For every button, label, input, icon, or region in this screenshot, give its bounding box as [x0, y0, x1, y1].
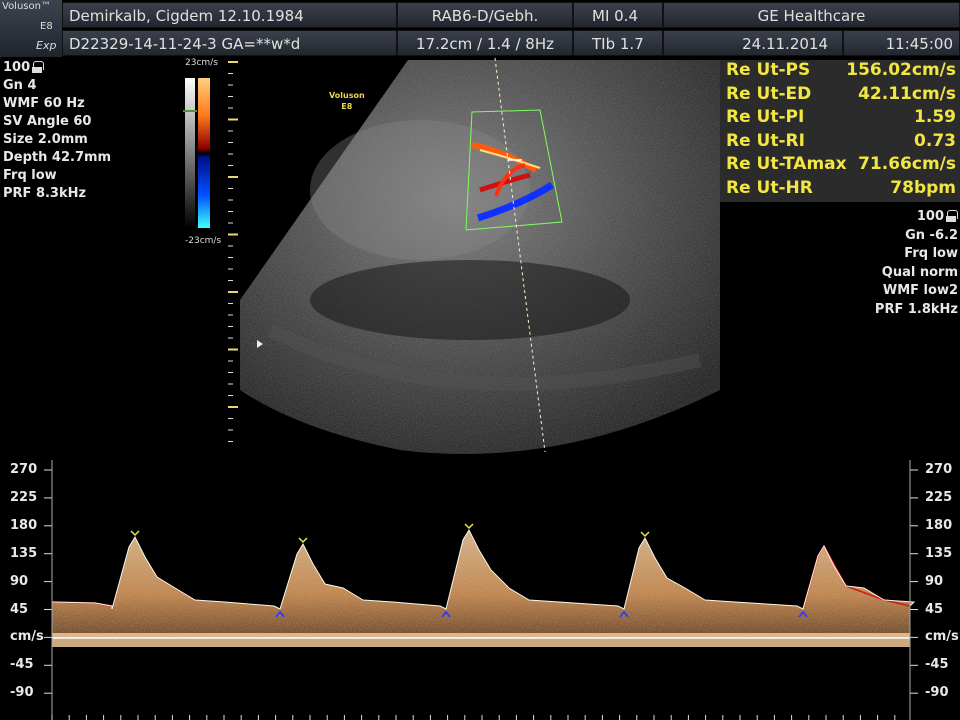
- model-name: E8: [40, 21, 53, 32]
- axis-label-right: 135: [925, 545, 953, 561]
- param-prf: PRF 1.8kHz: [874, 301, 958, 317]
- param-prf: PRF 8.3kHz: [3, 186, 87, 201]
- measurement-row[interactable]: Re Ut-PI 1.59: [726, 107, 956, 131]
- axis-label-left: 180: [10, 517, 38, 533]
- colorbar-max-label: 23cm/s: [185, 58, 218, 68]
- axis-label-left: -90: [10, 685, 34, 701]
- mi-field: MI 0.4: [573, 2, 663, 28]
- depth-scale: [228, 61, 238, 442]
- param-wmf: WMF 60 Hz: [3, 96, 85, 111]
- axis-label-right: 45: [925, 601, 944, 617]
- measurement-table: Re Ut-PS 156.02cm/s Re Ut-ED 42.11cm/s Re …: [720, 60, 960, 202]
- measurement-row[interactable]: Re Ut-ED 42.11cm/s: [726, 84, 956, 108]
- doppler-spectrum: [0, 455, 960, 720]
- colorbar-min-label: -23cm/s: [185, 236, 222, 246]
- axis-label-left: 225: [10, 489, 38, 505]
- axis-label-left: 135: [10, 545, 38, 561]
- vendor-field: GE Healthcare: [663, 2, 960, 28]
- axis-label-right: 90: [925, 573, 944, 589]
- power-value: 100: [3, 59, 111, 77]
- param-sv-angle: SV Angle 60: [3, 114, 92, 129]
- patient-name-field[interactable]: Demirkalb, Cigdem 12.10.1984: [62, 2, 397, 28]
- axis-label-right: 225: [925, 489, 953, 505]
- lock-icon: [946, 210, 958, 222]
- color-scale-bar: [183, 78, 210, 228]
- axis-label-left: -45: [10, 657, 34, 673]
- param-size: Size 2.0mm: [3, 132, 88, 147]
- system-logo: Voluson™ E8 Exp: [0, 0, 62, 57]
- date-field: 24.11.2014: [663, 30, 843, 56]
- model-edition: Exp: [36, 39, 57, 52]
- axis-label-right: 180: [925, 517, 953, 533]
- patient-id-field[interactable]: D22329-14-11-24-3 GA=**w*d: [62, 30, 397, 56]
- measurement-row[interactable]: Re Ut-TAmax 71.66cm/s: [726, 154, 956, 178]
- doppler-parameters: 100 Gn -6.2 Frq low Qual norm WMF low2 P…: [875, 208, 958, 319]
- param-frequency: Frq low: [904, 246, 958, 261]
- axis-label-right: -90: [925, 685, 949, 701]
- param-quality: Qual norm: [881, 264, 958, 280]
- power-value: 100: [875, 208, 958, 227]
- param-gain: Gn -6.2: [905, 227, 958, 243]
- brand-name: Voluson™: [2, 1, 51, 12]
- bmode-parameters: 100 Gn 4 WMF 60 Hz SV Angle 60 Size 2.0m…: [3, 59, 111, 203]
- voluson-watermark: Voluson E8: [329, 91, 365, 111]
- axis-label-right: 270: [925, 462, 953, 477]
- axis-label-left: 45: [10, 601, 29, 617]
- measurement-row[interactable]: Re Ut-RI 0.73: [726, 131, 956, 155]
- depth-info-field: 17.2cm / 1.4 / 8Hz: [397, 30, 573, 56]
- axis-label-right: -45: [925, 657, 949, 673]
- probe-field[interactable]: RAB6-D/Gebh.: [397, 2, 573, 28]
- lock-icon: [32, 61, 45, 73]
- tib-field: TIb 1.7: [573, 30, 663, 56]
- header-bar: Voluson™ E8 Exp Demirkalb, Cigdem 12.10.…: [0, 0, 960, 57]
- axis-label-left: cm/s: [10, 629, 44, 645]
- param-depth: Depth 42.7mm: [3, 150, 112, 165]
- bmode-image: [240, 60, 720, 454]
- param-gain: Gn 4: [3, 78, 37, 93]
- measurement-row[interactable]: Re Ut-HR 78bpm: [726, 178, 956, 202]
- axis-label-right: cm/s: [925, 629, 959, 645]
- param-wmf: WMF low2: [882, 283, 958, 298]
- axis-label-left: 270: [10, 462, 38, 477]
- axis-label-left: 90: [10, 573, 29, 589]
- measurement-row[interactable]: Re Ut-PS 156.02cm/s: [726, 60, 956, 84]
- param-frequency: Frq low: [3, 168, 57, 183]
- time-field: 11:45:00: [843, 30, 960, 56]
